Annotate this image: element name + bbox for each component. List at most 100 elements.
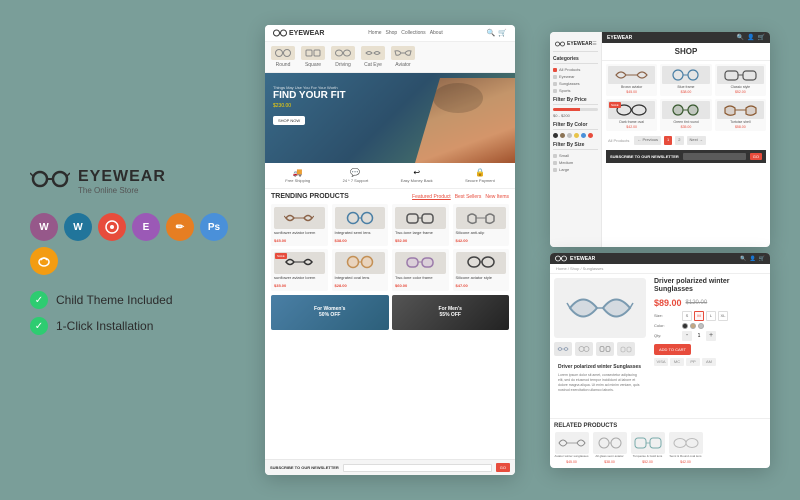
shop-product-5[interactable]: Green tint round $35.00 — [660, 99, 711, 131]
related-price-3: $52.00 — [642, 460, 653, 464]
wordpress-icon: W — [64, 213, 92, 241]
detail-cart-icon[interactable]: 🛒 — [759, 256, 765, 262]
product-price-1: $45.00 — [274, 238, 325, 243]
color-swatches — [682, 323, 704, 329]
product-card-3: Two-tone large frame $52.00 — [392, 204, 449, 246]
color-brown[interactable] — [560, 133, 565, 138]
women-banner[interactable]: For Women's50% OFF — [271, 295, 389, 330]
color-swatch-black[interactable] — [682, 323, 688, 329]
size-s[interactable]: S — [682, 311, 692, 321]
size-xl[interactable]: XL — [718, 311, 728, 321]
color-silver[interactable] — [567, 133, 572, 138]
size-l[interactable]: L — [706, 311, 716, 321]
color-swatch-brown[interactable] — [690, 323, 696, 329]
logo-area: EYEWEAR The Online Store — [30, 165, 230, 197]
add-to-cart-button[interactable]: ADD TO CART — [654, 344, 691, 355]
sidebar-cat-sunglasses[interactable]: Sunglasses — [553, 81, 598, 86]
qty-decrease-button[interactable]: - — [682, 331, 692, 341]
shop-product-3[interactable]: Classic style $52.00 — [715, 64, 766, 96]
shop-search-icon[interactable]: 🔍 — [737, 34, 744, 41]
shop-product-6[interactable]: Tortoise shell $58.00 — [715, 99, 766, 131]
cat-eye-img — [361, 46, 385, 60]
color-gold[interactable] — [574, 133, 579, 138]
color-swatch-silver[interactable] — [698, 323, 704, 329]
sidebar-size-large[interactable]: Large — [553, 167, 598, 172]
related-product-3[interactable]: Turquoise & Gold lens $52.00 — [630, 432, 665, 464]
feat-shipping-label: Free Shipping — [285, 178, 310, 183]
related-product-1[interactable]: Aviator winter sunglasses $45.00 — [554, 432, 589, 464]
shop-product-2[interactable]: Blue frame $38.00 — [660, 64, 711, 96]
cat-cat-eye[interactable]: Cat Eye — [361, 46, 385, 68]
wpbakery-icon: ✏ — [166, 213, 194, 241]
product-name-3: Two-tone large frame — [395, 231, 446, 236]
detail-thumb-1[interactable] — [554, 342, 572, 356]
detail-product-options: Size: S M L XL Color: — [654, 311, 766, 341]
related-name-2: All glass semi aviator — [595, 455, 623, 459]
color-black[interactable] — [553, 133, 558, 138]
shop-product-img-2 — [662, 66, 709, 84]
size-label: Size: — [654, 313, 679, 318]
sale-badge: SALE — [275, 253, 287, 259]
feat-shipping: 🚚 Free Shipping — [285, 168, 310, 183]
sidebar-cat-eyewear[interactable]: Eyewear — [553, 74, 598, 79]
shop-sidebar: EYEWEAR ☰ Categories All Products Eyewea… — [550, 32, 602, 247]
product-price-4: $42.00 — [456, 238, 507, 243]
detail-main-product-image — [554, 278, 646, 338]
related-product-4[interactable]: Semi & Round oval lens $42.00 — [668, 432, 703, 464]
cat-round[interactable]: Round — [271, 46, 295, 68]
detail-thumb-4[interactable] — [617, 342, 635, 356]
tab-bestsellers[interactable]: Best Sellers — [455, 194, 482, 200]
sidebar-cat-sports[interactable]: Sports — [553, 88, 598, 93]
nav-about[interactable]: About — [430, 30, 443, 36]
left-panel: EYEWEAR The Online Store W W E ✏ Ps ✓ Ch… — [30, 165, 230, 335]
sidebar-size-small[interactable]: Small — [553, 153, 598, 158]
shop-top-bar: EYEWEAR 🔍 👤 🛒 — [602, 32, 770, 43]
detail-search-icon[interactable]: 🔍 — [740, 256, 746, 262]
cat-driving[interactable]: Driving — [331, 46, 355, 68]
product-tabs: Featured Product Best Sellers New Items — [412, 194, 509, 200]
detail-info-section: Driver polarized winter Sunglasses $89.0… — [650, 274, 770, 418]
hero-cta-button[interactable]: SHOP NOW — [273, 116, 305, 125]
cat-aviator[interactable]: Aviator — [391, 46, 415, 68]
search-icon[interactable]: 🔍 — [487, 29, 496, 37]
detail-thumb-2[interactable] — [575, 342, 593, 356]
feature-child-theme-label: Child Theme Included — [56, 293, 173, 307]
shop-product-4[interactable]: SALE Dark frame oval $42.00 — [606, 99, 657, 131]
detail-thumb-3[interactable] — [596, 342, 614, 356]
cat-square[interactable]: Square — [301, 46, 325, 68]
shop-title-bar: SHOP — [602, 43, 770, 61]
newsletter-label: SUBSCRIBE TO OUR NEWSLETTER — [270, 465, 339, 470]
nav-shop[interactable]: Shop — [386, 30, 398, 36]
shop-product-1[interactable]: Brown aviator $45.00 — [606, 64, 657, 96]
amex-icon: AM — [702, 358, 716, 366]
check-icon-2: ✓ — [30, 317, 48, 335]
size-m[interactable]: M — [694, 311, 704, 321]
shop-user-icon[interactable]: 👤 — [747, 34, 754, 41]
product-price-3: $52.00 — [395, 238, 446, 243]
tab-featured[interactable]: Featured Product — [412, 194, 451, 200]
quantity-stepper: - 1 + — [682, 331, 716, 341]
qty-increase-button[interactable]: + — [706, 331, 716, 341]
sidebar-size-medium[interactable]: Medium — [553, 160, 598, 165]
color-blue[interactable] — [581, 133, 586, 138]
hero-price: $230.00 — [273, 103, 346, 109]
nav-home[interactable]: Home — [368, 30, 381, 36]
detail-breadcrumb-bar: Home / Shop / Sunglasses — [550, 264, 770, 274]
sidebar-cat-all[interactable]: All Products — [553, 67, 598, 72]
shop-cart-icon[interactable]: 🛒 — [758, 34, 765, 41]
newsletter-subscribe-button[interactable]: GO — [496, 463, 510, 472]
men-banner[interactable]: For Men's55% OFF — [392, 295, 510, 330]
detail-user-icon[interactable]: 👤 — [750, 256, 756, 262]
related-product-2[interactable]: All glass semi aviator $38.00 — [592, 432, 627, 464]
color-label: Color: — [654, 323, 679, 328]
product-img-2 — [335, 207, 386, 229]
hero-model-image — [415, 78, 515, 163]
nav-collections[interactable]: Collections — [401, 30, 425, 36]
cart-icon[interactable]: 🛒 — [498, 29, 507, 37]
cat-aviator-img — [391, 46, 415, 60]
tab-newitems[interactable]: New Items — [485, 194, 509, 200]
newsletter-input[interactable] — [343, 464, 492, 472]
category-bar: Round Square Driving Cat Eye Aviator — [265, 42, 515, 73]
shop-product-price-1: $45.00 — [626, 90, 637, 94]
color-red[interactable] — [588, 133, 593, 138]
